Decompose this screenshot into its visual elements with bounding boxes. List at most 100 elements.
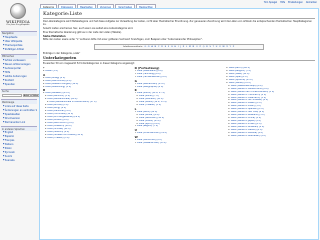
- sidebar-link[interactable]: Änderungen an verlinkten Seiten: [1, 108, 37, 112]
- subcategory-label: Liste (Gemeinden) (13 K): [137, 82, 165, 85]
- help-link[interactable]: Hilfe: [280, 1, 285, 4]
- sidebar-link[interactable]: Svenska: [1, 159, 37, 163]
- subcategory-label: Liste (Städte) (33 K): [228, 81, 251, 84]
- subcategory-label: Liste (Hochhaus) (12 K): [47, 112, 74, 115]
- subcategory-label: Liste (Kloster) (6 K): [47, 118, 69, 121]
- subcategory-note: Es werden 50 von insgesamt 52 Unterkateg…: [43, 62, 135, 66]
- search-input[interactable]: [2, 94, 22, 98]
- subcategory-label: Liste (Spiel) (2 K): [228, 75, 248, 78]
- subcategory-label: Liste (Wissenschaft) (15 K): [137, 141, 167, 144]
- sidebar-heading[interactable]: Suche: [1, 88, 37, 94]
- subcategory-label: Liste (Religion) (7 K): [228, 69, 251, 72]
- subcategory-label: Liste (Städte in Mexiko) (2 K): [230, 129, 263, 131]
- subcategory-column: ► Liste (Recht) (88 S) ► Liste (Religion)…: [226, 66, 315, 145]
- subcategory-label: Liste (Alltag) (4 K): [45, 76, 66, 79]
- sidebar-section: Suche Artikel Volltext: [1, 88, 40, 98]
- sidebar-section: In anderen SprachenEnglishEspañolFrançai…: [1, 126, 37, 163]
- user-link[interactable]: Tom Spiegel: [264, 1, 277, 4]
- subcategory-label: Liste (Städte in Kanada) (2 K): [230, 131, 263, 134]
- subcategory-label: Liste (Wirtschaft) (9 K): [137, 138, 162, 141]
- sidebar-section: NavigationHauptseiteÜber WikipediaThemen…: [1, 31, 37, 52]
- subcategory-link[interactable]: ► Liste (Ausbildung) (5 K): [43, 86, 132, 89]
- subcategory-label: Liste (Personen) (56 K): [139, 116, 165, 119]
- subcategory-label: Liste (Städte in Italien) (2 K): [230, 102, 262, 105]
- sidebar-section: MitmachenArtikel verbessernNeuen Artikel…: [1, 53, 37, 87]
- subcategory-label: Listen (3 K): [45, 69, 58, 72]
- subcategory-label: Liste (Kultur) (14 K, 27 S): [137, 92, 165, 95]
- subcategory-link[interactable]: ► Liste (Fernsehsender) (9 K): [135, 76, 224, 79]
- subcategory-label: Liste (Kunst) (7 K): [139, 95, 159, 98]
- subcategory-label: Liste (Unternehmen) (11 K): [137, 132, 167, 135]
- subcategory-link[interactable]: ► Listen (3 K): [43, 70, 132, 73]
- nav-letters[interactable]: 0–9 A B C D E F G H I J K L M N O P Q R …: [145, 46, 235, 48]
- subcategory-label: Liste (Theater) (3 K): [47, 136, 70, 139]
- subcategory-label: Liste (Sprache) (13 K): [228, 78, 253, 81]
- subcategory-label: Liste (Denkmal) (4 K): [47, 109, 71, 112]
- subcategory-label: Liste (Politik) (25 K): [139, 119, 161, 122]
- preferences-link[interactable]: Einstellungen: [288, 1, 303, 4]
- subcategory-label: Liste (Burg) (9 K): [47, 106, 67, 109]
- entry-count: Einträge in der Kategorie „Liste“: [43, 51, 81, 55]
- intro-paragraph: Sowohl Listen erscheinen hier, auch wenn…: [43, 26, 134, 30]
- go-button[interactable]: Artikel: [22, 94, 31, 98]
- user-links: Tom Spiegel Hilfe Einstellungen Abmelden: [264, 1, 317, 4]
- subcategory-label: Liste (Geographie) (2 K): [137, 85, 164, 88]
- subcategory-label: Liste (Städte in Indien) (2 K): [230, 123, 262, 126]
- puzzle-globe-icon: [10, 3, 26, 19]
- alphabet-navigation: Inhaltsverzeichnis: 0–9 A B C D E F G H …: [94, 44, 264, 50]
- subcategory-column: D (Fortsetzung) ► Liste (Datenbank) (4 K)…: [135, 66, 224, 145]
- subcategory-label: Liste (Städte in China) (2 K): [230, 117, 262, 120]
- subcategories-heading: Unterkategorien: [43, 56, 315, 62]
- subcategory-label: Liste (Astronomie) (9 K): [45, 79, 72, 82]
- logo-subtitle: Die freie Enzyklopädie: [6, 24, 30, 26]
- sidebar: NavigationHauptseiteÜber WikipediaThemen…: [1, 31, 40, 165]
- intro-text: Die Listenkategorie wird Metakategorie u…: [43, 20, 315, 42]
- subcategory-label: Liste (Literatur) (11 K): [139, 98, 164, 101]
- subcategory-link[interactable]: ► Liste (Theater) (3 K): [43, 137, 132, 140]
- subcategory-link[interactable]: ► Liste (Region) (7 K): [135, 125, 224, 128]
- subcategory-label: Liste (Recht) (88 S): [228, 66, 250, 69]
- search-box: Artikel Volltext: [2, 94, 40, 98]
- logout-link[interactable]: Abmelden: [306, 1, 317, 4]
- subcategory-label: Liste (Fahrzeug) (6 K): [137, 72, 161, 75]
- sidebar-link[interactable]: Zufälliger Artikel: [1, 48, 37, 52]
- subcategory-label: Liste (Fernsehsender) (9 K): [137, 75, 167, 78]
- subcategory-label: Liste (Städte in Russland) (3 K): [230, 114, 265, 117]
- sidebar-link[interactable]: Spenden: [1, 83, 37, 87]
- subcategory-label: Liste (Straßen und Plätze) (36 K): [47, 133, 84, 136]
- subcategory-label: Liste (Land) (24 K): [137, 110, 158, 113]
- subcategory-label: Liste (Baudenkmale in Deutschland) (17 K…: [49, 101, 97, 104]
- subcategory-label: Liste (Militär) (9 K): [139, 113, 160, 116]
- subcategory-label: Liste (Auszeichnungen) (16 K): [45, 82, 79, 85]
- subcategory-label: Liste (Städte in Deutschland) (4 K): [230, 87, 269, 90]
- subcategory-label: Liste (Brücke) (5 K): [47, 104, 69, 107]
- subcategory-link[interactable]: ► Liste (Wissenschaft) (15 K): [135, 142, 224, 145]
- subcategory-link[interactable]: ► Liste (Städte in Australien) (2 K): [226, 135, 315, 138]
- subcategory-label: Liste (Bauwerk) (25 K): [45, 92, 70, 95]
- subcategory-link[interactable]: ► Liste (Unternehmen) (11 K): [135, 132, 224, 135]
- subcategory-label: Liste (Städte nach Einwohnerzahl) (5 K): [230, 90, 275, 93]
- intro-paragraph: Bitte den Listen sowie unter "L" sortier…: [43, 38, 203, 42]
- subcategory-label: Liste (Schloss) (12 K): [47, 127, 71, 130]
- nav-label: Inhaltsverzeichnis:: [123, 45, 143, 48]
- subcategory-label: Liste (Musik) (19 K, 35 S): [139, 101, 167, 104]
- subcategory-label: Liste (Stadion) (8 K): [47, 130, 70, 133]
- subcategory-label: Liste (Baudenkmale) (24 K): [47, 98, 78, 101]
- intro-paragraph: Eine thematische Gliederung gibt es in d…: [43, 30, 122, 34]
- wikipedia-logo[interactable]: WIKIPEDIA Die freie Enzyklopädie: [3, 3, 33, 29]
- main-content: Kategorie:Liste Die Listenkategorie wird…: [39, 8, 319, 240]
- intro-paragraph: Die Listenkategorie wird Metakategorie u…: [43, 19, 313, 26]
- subcategory-label: Liste (Städte in Österreich) (3 K): [230, 96, 267, 99]
- subcategory-label: Liste (Theater) (3 K): [139, 104, 162, 107]
- subcategory-label: Liste (Leuchtturm) (4 K): [47, 121, 74, 124]
- subcategory-label: Liste (Bahnhof) (3 K): [47, 95, 70, 98]
- subcategory-label: Liste (Städte in Polen) (3 K): [230, 105, 261, 108]
- subcategory-label: Liste (Städte in Japan) (2 K): [230, 120, 261, 123]
- subcategory-label: Liste (Staatsoberhaupt) (8 K): [230, 84, 263, 87]
- subcategory-link[interactable]: ► Liste (Theater) (3 K): [135, 104, 224, 107]
- subcategory-label: Liste (Städte in Spanien) (2 K): [230, 108, 264, 111]
- subcategory-link[interactable]: ► Liste (Geographie) (2 K): [135, 86, 224, 89]
- sidebar-link[interactable]: Permanenter Link: [1, 120, 37, 124]
- subcategory-label: Liste (Museum) (19 K): [47, 124, 72, 127]
- subcategory-label: Liste (Ausbildung) (5 K): [45, 85, 72, 88]
